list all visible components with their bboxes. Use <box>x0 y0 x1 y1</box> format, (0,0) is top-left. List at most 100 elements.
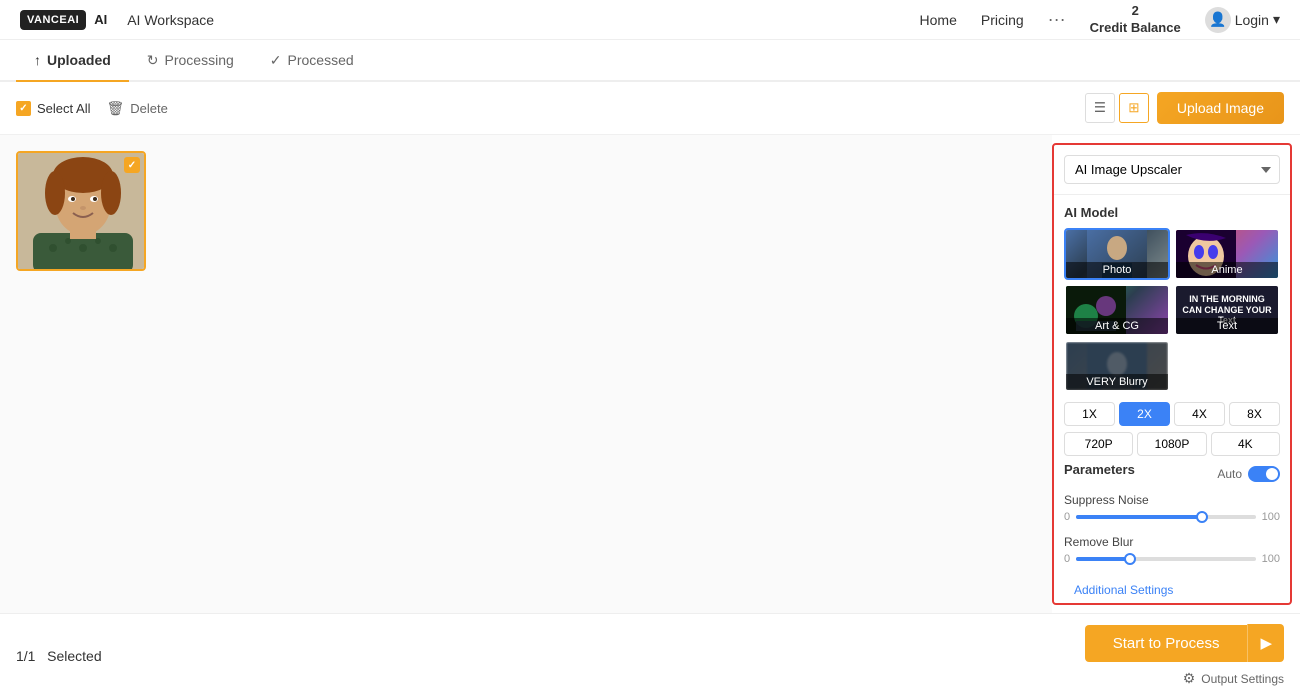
tab-processing-label: Processing <box>165 52 234 68</box>
main-content: AI Image Upscaler AI Image Denoiser AI I… <box>0 135 1300 613</box>
credit-label: Credit Balance <box>1090 20 1181 37</box>
model-photo-label: Photo <box>1066 262 1168 278</box>
grid-view-button[interactable]: ⊞ <box>1119 93 1149 123</box>
model-blurry-label: VERY Blurry <box>1066 374 1168 390</box>
trash-icon: 🗑 <box>106 100 124 117</box>
auto-toggle[interactable]: Auto <box>1217 466 1280 482</box>
blur-range[interactable] <box>1076 557 1256 561</box>
resolution-buttons: 720P 1080P 4K <box>1064 432 1280 456</box>
suppress-range[interactable] <box>1076 515 1256 519</box>
upload-image-button[interactable]: Upload Image <box>1157 92 1284 124</box>
logo-area: VANCEAI AI AI Workspace <box>20 10 214 30</box>
tab-processed-label: Processed <box>288 52 354 68</box>
res-1080p[interactable]: 1080P <box>1137 432 1206 456</box>
delete-label: Delete <box>130 101 168 116</box>
more-options-icon[interactable]: ··· <box>1048 9 1066 30</box>
gear-icon: ⚙ <box>1183 670 1196 687</box>
tool-selector[interactable]: AI Image Upscaler AI Image Denoiser AI I… <box>1064 155 1280 184</box>
parameters-label: Parameters <box>1064 462 1135 477</box>
toolbar-left: Select All 🗑 Delete <box>16 100 168 117</box>
login-label: Login <box>1235 12 1269 28</box>
ai-model-title: AI Model <box>1064 205 1280 220</box>
model-text[interactable]: IN THE MORNINGCAN CHANGE YOURText Text <box>1174 284 1280 336</box>
remove-blur-param: Remove Blur 0 100 <box>1064 535 1280 565</box>
status-area: 1/1 Selected <box>16 648 102 664</box>
login-button[interactable]: 👤 Login ▾ <box>1205 7 1280 33</box>
model-text-label: Text <box>1176 318 1278 334</box>
tab-processing[interactable]: ↻ Processing <box>129 40 252 82</box>
blur-min: 0 <box>1064 553 1070 565</box>
avatar-icon: 👤 <box>1205 7 1231 33</box>
suppress-noise-slider: 0 100 <box>1064 511 1280 523</box>
image-area <box>0 135 1052 613</box>
scale-4x[interactable]: 4X <box>1174 402 1225 426</box>
credit-balance: 2 Credit Balance <box>1090 3 1181 37</box>
selected-label: Selected <box>47 648 101 664</box>
scale-8x[interactable]: 8X <box>1229 402 1280 426</box>
process-area: Start to Process ▶ <box>1085 624 1284 662</box>
bottom-bar: 1/1 Selected Start to Process ▶ ⚙ Output… <box>0 613 1300 697</box>
remove-blur-label: Remove Blur <box>1064 535 1280 549</box>
status-count: 1/1 <box>16 648 35 664</box>
scale-buttons: 1X 2X 4X 8X <box>1064 402 1280 426</box>
nav-home[interactable]: Home <box>920 12 957 28</box>
select-all-button[interactable]: Select All <box>16 101 90 116</box>
scale-2x[interactable]: 2X <box>1119 402 1170 426</box>
processed-icon: ✓ <box>270 52 282 69</box>
model-very-blurry[interactable]: VERY Blurry <box>1064 340 1170 392</box>
remove-blur-slider: 0 100 <box>1064 553 1280 565</box>
list-view-button[interactable]: ☰ <box>1085 93 1115 123</box>
tab-uploaded-label: Uploaded <box>47 52 111 68</box>
header-nav: Home Pricing ··· 2 Credit Balance 👤 Logi… <box>920 3 1280 37</box>
suppress-fill <box>1076 515 1202 519</box>
model-photo[interactable]: Photo <box>1064 228 1170 280</box>
output-settings-label: Output Settings <box>1201 672 1284 686</box>
select-all-checkbox[interactable] <box>16 101 31 116</box>
suppress-noise-param: Suppress Noise 0 100 <box>1064 493 1280 523</box>
processing-icon: ↻ <box>147 52 159 69</box>
model-art-label: Art & CG <box>1066 318 1168 334</box>
model-anime[interactable]: Anime <box>1174 228 1280 280</box>
panel-top: AI Image Upscaler AI Image Denoiser AI I… <box>1054 145 1290 195</box>
tab-uploaded[interactable]: ↑ Uploaded <box>16 40 129 82</box>
model-art-cg[interactable]: Art & CG <box>1064 284 1170 336</box>
auto-switch[interactable] <box>1248 466 1280 482</box>
image-item[interactable] <box>16 151 146 271</box>
suppress-noise-label: Suppress Noise <box>1064 493 1280 507</box>
res-4k[interactable]: 4K <box>1211 432 1280 456</box>
logo-box: VANCEAI <box>20 10 86 30</box>
right-panel: AI Image Upscaler AI Image Denoiser AI I… <box>1052 143 1292 605</box>
model-grid: Photo Anime <box>1064 228 1280 392</box>
parameters-header: Parameters Auto <box>1064 462 1280 485</box>
header: VANCEAI AI AI Workspace Home Pricing ···… <box>0 0 1300 40</box>
logo-vance: VANCE <box>27 14 67 26</box>
view-toggle: ☰ ⊞ <box>1085 93 1149 123</box>
suppress-max: 100 <box>1262 511 1280 523</box>
suppress-thumb[interactable] <box>1196 511 1208 523</box>
logo-text: AI <box>94 12 107 27</box>
tabs-bar: ↑ Uploaded ↻ Processing ✓ Processed <box>0 40 1300 82</box>
logo-ai: AI <box>67 14 79 26</box>
output-settings-link[interactable]: ⚙ Output Settings <box>1183 670 1284 687</box>
res-720p[interactable]: 720P <box>1064 432 1133 456</box>
auto-label: Auto <box>1217 467 1242 481</box>
model-anime-label: Anime <box>1176 262 1278 278</box>
upload-icon: ↑ <box>34 52 41 68</box>
nav-pricing[interactable]: Pricing <box>981 12 1024 28</box>
delete-button[interactable]: 🗑 Delete <box>106 100 167 117</box>
toolbar: Select All 🗑 Delete ☰ ⊞ Upload Image <box>0 82 1300 135</box>
login-chevron: ▾ <box>1273 11 1280 28</box>
blur-thumb[interactable] <box>1124 553 1136 565</box>
panel-body: AI Model Photo <box>1054 195 1290 603</box>
workspace-label: AI Workspace <box>127 12 214 28</box>
scale-1x[interactable]: 1X <box>1064 402 1115 426</box>
bottom-right: Start to Process ▶ ⚙ Output Settings <box>1085 624 1284 687</box>
image-grid <box>16 151 1036 271</box>
process-arrow-button[interactable]: ▶ <box>1247 624 1284 662</box>
additional-settings-link[interactable]: Additional Settings <box>1064 577 1280 603</box>
blur-max: 100 <box>1262 553 1280 565</box>
credit-amount: 2 <box>1090 3 1181 20</box>
start-process-button[interactable]: Start to Process <box>1085 625 1248 662</box>
select-all-label: Select All <box>37 101 90 116</box>
tab-processed[interactable]: ✓ Processed <box>252 40 372 82</box>
